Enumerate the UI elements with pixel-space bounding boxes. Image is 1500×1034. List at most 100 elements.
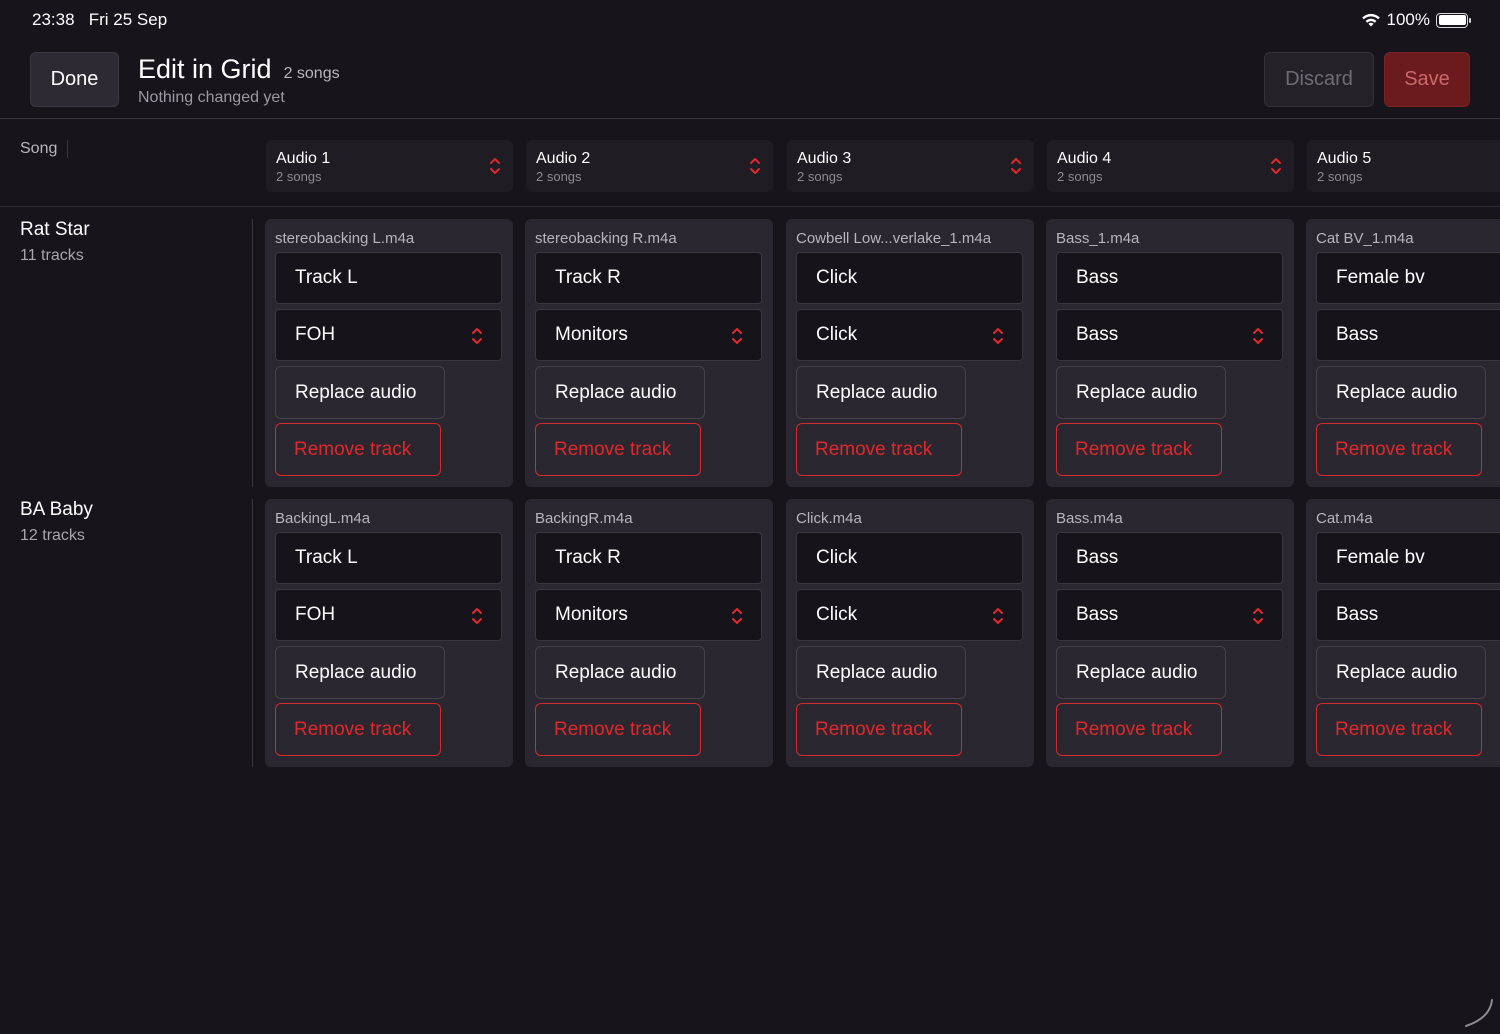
done-button[interactable]: Done xyxy=(30,52,119,107)
song-track-count: 11 tracks xyxy=(20,247,84,264)
chevron-updown-icon xyxy=(1252,326,1264,346)
sort-chevron-icon[interactable] xyxy=(749,156,763,176)
column-header-audio-2[interactable]: Audio 2 2 songs xyxy=(526,140,773,192)
track-cell: Click.m4a Click Click Replace audio Remove t… xyxy=(786,499,1034,767)
replace-audio-button[interactable]: Replace audio xyxy=(1056,646,1226,699)
replace-audio-button[interactable]: Replace audio xyxy=(1316,646,1486,699)
battery-icon xyxy=(1436,12,1471,28)
remove-track-button[interactable]: Remove track xyxy=(1316,423,1482,476)
sort-chevron-icon[interactable] xyxy=(1270,156,1284,176)
song-count: 2 songs xyxy=(283,65,340,82)
column-divider xyxy=(67,140,69,158)
song-header-label: Song xyxy=(20,140,58,157)
song-row-label: BA Baby 12 tracks xyxy=(20,499,93,545)
column-name: Audio 2 xyxy=(536,150,591,167)
replace-audio-button[interactable]: Replace audio xyxy=(796,366,966,419)
remove-track-button[interactable]: Remove track xyxy=(275,703,441,756)
title-block: Edit in Grid 2 songs Nothing changed yet xyxy=(138,54,340,107)
chevron-updown-icon xyxy=(992,606,1004,626)
replace-audio-button[interactable]: Replace audio xyxy=(535,646,705,699)
file-name: Bass.m4a xyxy=(1056,510,1123,527)
output-route-value: Monitors xyxy=(555,324,628,345)
column-name: Audio 1 xyxy=(276,150,331,167)
column-header-audio-3[interactable]: Audio 3 2 songs xyxy=(787,140,1034,192)
track-cell: BackingL.m4a Track L FOH Replace audio Remov… xyxy=(265,499,513,767)
replace-audio-button[interactable]: Replace audio xyxy=(796,646,966,699)
output-route-select[interactable]: Monitors xyxy=(535,589,762,641)
replace-audio-button[interactable]: Replace audio xyxy=(535,366,705,419)
output-route-select[interactable]: Monitors xyxy=(535,309,762,361)
output-route-select[interactable]: Bass xyxy=(1056,589,1283,641)
remove-track-button[interactable]: Remove track xyxy=(535,423,701,476)
row-divider xyxy=(252,499,253,767)
column-header-audio-5[interactable]: Audio 5 2 songs xyxy=(1307,140,1500,192)
sort-chevron-icon[interactable] xyxy=(489,156,503,176)
resize-handle-icon[interactable] xyxy=(1464,998,1494,1028)
output-route-select[interactable]: Bass xyxy=(1316,589,1500,641)
track-name-field[interactable]: Female bv xyxy=(1316,252,1500,304)
replace-audio-button[interactable]: Replace audio xyxy=(275,366,445,419)
column-header-audio-1[interactable]: Audio 1 2 songs xyxy=(266,140,513,192)
track-name-field[interactable]: Female bv xyxy=(1316,532,1500,584)
output-route-select[interactable]: Click xyxy=(796,309,1023,361)
track-name-field[interactable]: Track R xyxy=(535,532,762,584)
discard-button[interactable]: Discard xyxy=(1264,52,1374,107)
output-route-select[interactable]: Bass xyxy=(1056,309,1283,361)
chevron-updown-icon xyxy=(1252,606,1264,626)
remove-track-button[interactable]: Remove track xyxy=(1056,423,1222,476)
file-name: Cat.m4a xyxy=(1316,510,1373,527)
track-name-field[interactable]: Click xyxy=(796,532,1023,584)
output-route-select[interactable]: Click xyxy=(796,589,1023,641)
track-name-field[interactable]: Bass xyxy=(1056,252,1283,304)
remove-track-button[interactable]: Remove track xyxy=(535,703,701,756)
track-name-field[interactable]: Track L xyxy=(275,252,502,304)
output-route-select[interactable]: FOH xyxy=(275,309,502,361)
header-bar: Done Edit in Grid 2 songs Nothing change… xyxy=(0,40,1500,119)
status-indicators: 100% xyxy=(1361,10,1471,30)
file-name: Bass_1.m4a xyxy=(1056,230,1140,247)
replace-audio-button[interactable]: Replace audio xyxy=(275,646,445,699)
track-name-field[interactable]: Track L xyxy=(275,532,502,584)
remove-track-button[interactable]: Remove track xyxy=(1056,703,1222,756)
chevron-updown-icon xyxy=(471,606,483,626)
track-cell: Bass.m4a Bass Bass Replace audio Remove trac… xyxy=(1046,499,1294,767)
track-name-field[interactable]: Track R xyxy=(535,252,762,304)
status-date: Fri 25 Sep xyxy=(88,10,168,29)
file-name: BackingR.m4a xyxy=(535,510,633,527)
track-name-field[interactable]: Click xyxy=(796,252,1023,304)
sort-chevron-icon[interactable] xyxy=(1010,156,1024,176)
song-track-count: 12 tracks xyxy=(20,527,85,544)
change-status: Nothing changed yet xyxy=(138,89,285,106)
output-route-select[interactable]: Bass xyxy=(1316,309,1500,361)
song-name: Rat Star xyxy=(20,219,90,240)
replace-audio-button[interactable]: Replace audio xyxy=(1316,366,1486,419)
column-name: Audio 5 xyxy=(1317,150,1372,167)
track-cell: stereobacking L.m4a Track L FOH Replace aud… xyxy=(265,219,513,487)
file-name: stereobacking R.m4a xyxy=(535,230,677,247)
chevron-updown-icon xyxy=(731,326,743,346)
track-cell: Cat.m4a Female bv Bass Replace audio Remove … xyxy=(1306,499,1500,767)
output-route-value: Bass xyxy=(1336,604,1379,625)
track-cell: Cowbell Low...verlake_1.m4a Click Click Rep… xyxy=(786,219,1034,487)
column-header-audio-4[interactable]: Audio 4 2 songs xyxy=(1047,140,1294,192)
file-name: Click.m4a xyxy=(796,510,862,527)
remove-track-button[interactable]: Remove track xyxy=(1316,703,1482,756)
remove-track-button[interactable]: Remove track xyxy=(275,423,441,476)
output-route-value: Click xyxy=(816,324,858,345)
chevron-updown-icon xyxy=(992,326,1004,346)
remove-track-button[interactable]: Remove track xyxy=(796,423,962,476)
song-column-header: Song xyxy=(20,140,69,158)
remove-track-button[interactable]: Remove track xyxy=(796,703,962,756)
track-cell: Cat BV_1.m4a Female bv Bass Replace audio Re… xyxy=(1306,219,1500,487)
column-name: Audio 4 xyxy=(1057,150,1112,167)
column-song-count: 2 songs xyxy=(797,169,843,184)
output-route-select[interactable]: FOH xyxy=(275,589,502,641)
file-name: stereobacking L.m4a xyxy=(275,230,415,247)
output-route-value: Bass xyxy=(1336,324,1379,345)
page-title: Edit in Grid xyxy=(138,54,272,84)
track-name-field[interactable]: Bass xyxy=(1056,532,1283,584)
save-button[interactable]: Save xyxy=(1384,52,1470,107)
status-time: 23:38 Fri 25 Sep xyxy=(32,10,167,30)
replace-audio-button[interactable]: Replace audio xyxy=(1056,366,1226,419)
column-song-count: 2 songs xyxy=(536,169,582,184)
